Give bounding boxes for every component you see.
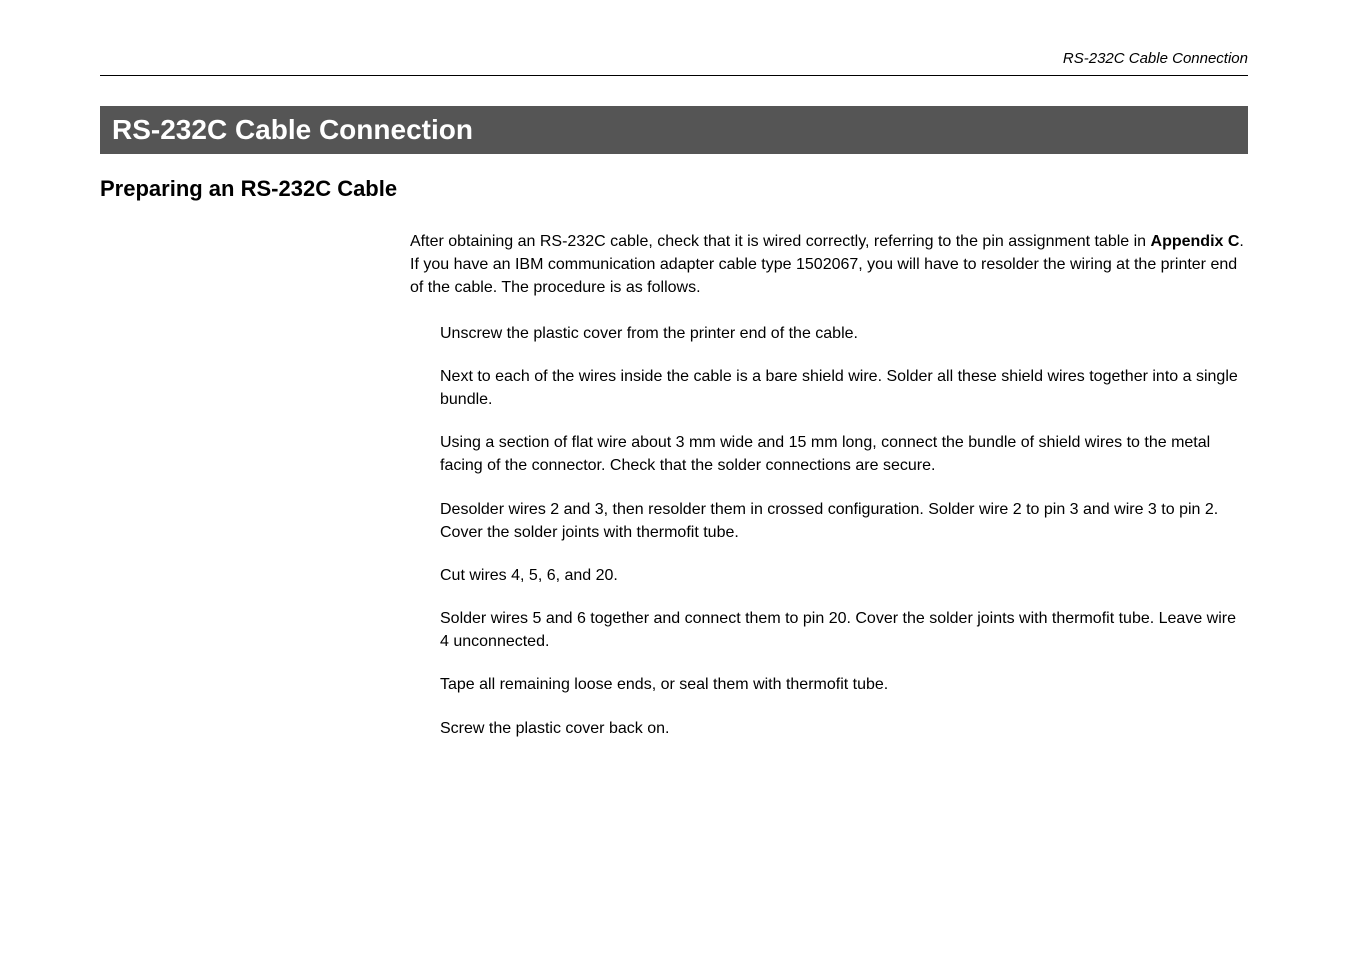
step-item: Solder wires 5 and 6 together and connec… bbox=[440, 607, 1248, 653]
appendix-reference: Appendix C bbox=[1151, 233, 1240, 250]
step-item: Screw the plastic cover back on. bbox=[440, 717, 1248, 740]
step-item: Tape all remaining loose ends, or seal t… bbox=[440, 673, 1248, 696]
running-header: RS-232C Cable Connection bbox=[100, 50, 1248, 75]
step-item: Desolder wires 2 and 3, then resolder th… bbox=[440, 498, 1248, 544]
step-item: Using a section of flat wire about 3 mm … bbox=[440, 431, 1248, 477]
intro-paragraph: After obtaining an RS-232C cable, check … bbox=[410, 230, 1248, 300]
header-divider bbox=[100, 75, 1248, 76]
step-item: Cut wires 4, 5, 6, and 20. bbox=[440, 564, 1248, 587]
step-item: Next to each of the wires inside the cab… bbox=[440, 365, 1248, 411]
section-title-bar: RS-232C Cable Connection bbox=[100, 106, 1248, 154]
content-block: After obtaining an RS-232C cable, check … bbox=[410, 230, 1248, 740]
subsection-title: Preparing an RS-232C Cable bbox=[100, 176, 1248, 202]
step-item: Unscrew the plastic cover from the print… bbox=[440, 322, 1248, 345]
intro-text-part1: After obtaining an RS-232C cable, check … bbox=[410, 233, 1151, 250]
